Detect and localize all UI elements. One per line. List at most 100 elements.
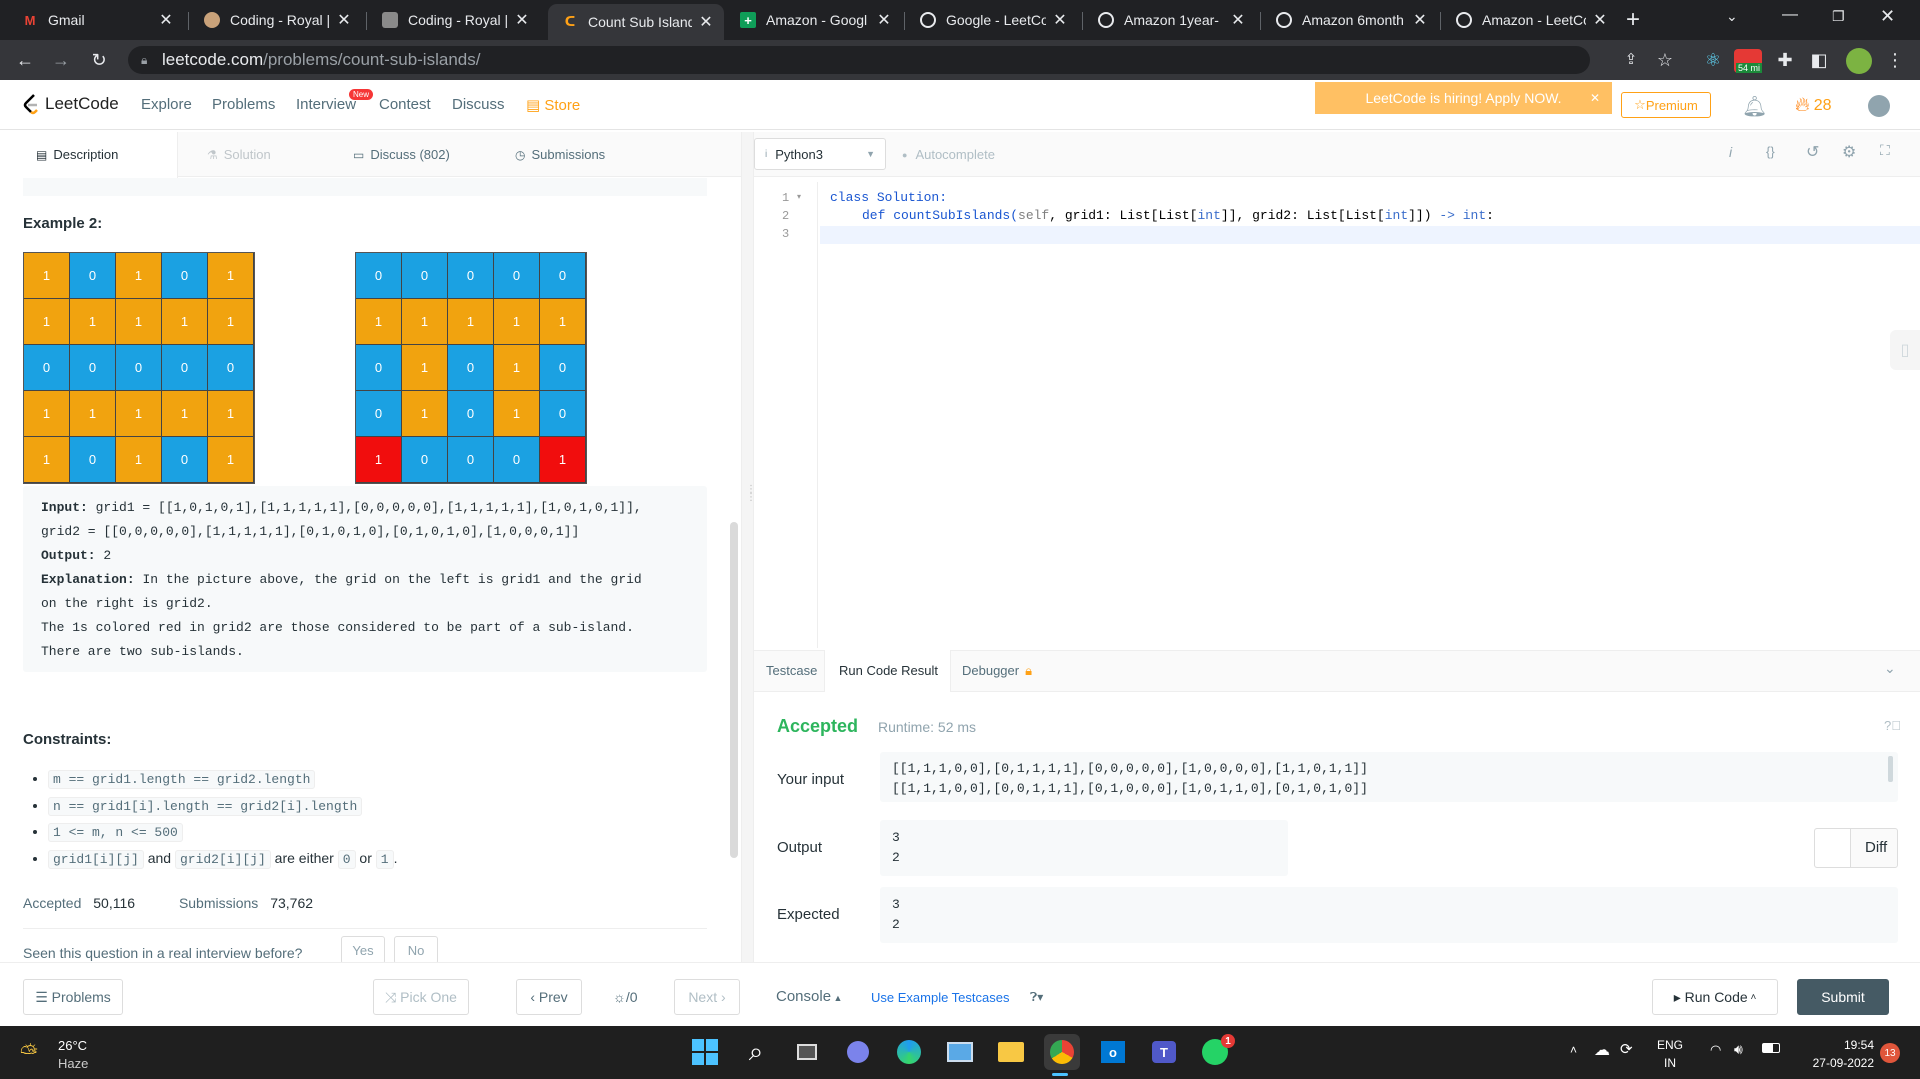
collapse-chevron-icon[interactable]: ⌄ xyxy=(1884,660,1896,677)
diff-toggle[interactable]: Diff xyxy=(1814,828,1898,868)
yes-button[interactable]: Yes xyxy=(341,936,385,964)
browser-tab-active[interactable]: ᑕ Count Sub Island ✕ xyxy=(548,4,724,40)
panel-splitter[interactable]: ⋮ ⋮ xyxy=(741,132,756,962)
tab-description[interactable]: ▤ Description xyxy=(36,147,118,162)
nav-store[interactable]: ▤ Store xyxy=(526,96,580,114)
run-code-button[interactable]: ▸ Run Code ˄ xyxy=(1652,979,1778,1015)
react-devtools-icon[interactable]: ⚛ xyxy=(1700,47,1726,73)
close-tab-icon[interactable]: ✕ xyxy=(698,12,714,32)
language-select[interactable]: i Python3 ▼ xyxy=(754,138,886,170)
settings-icon[interactable]: ⚙ xyxy=(1842,142,1856,162)
tab-debugger[interactable]: Debugger 🔒︎ xyxy=(962,663,1032,679)
code-editor[interactable] xyxy=(754,182,1920,648)
submit-button[interactable]: Submit xyxy=(1797,979,1889,1015)
browser-tab[interactable]: M Gmail ✕ xyxy=(8,0,184,40)
banner-close-icon[interactable]: ✕ xyxy=(1590,91,1600,105)
edge-icon[interactable] xyxy=(891,1034,927,1070)
restore-icon[interactable]: ❐ xyxy=(1832,8,1845,25)
side-panel-icon[interactable]: ◧ xyxy=(1806,47,1832,73)
fullscreen-icon[interactable]: ⛶ xyxy=(1880,142,1890,159)
fold-icon[interactable]: ▾ xyxy=(797,192,801,201)
hiring-banner[interactable]: LeetCode is hiring! Apply NOW. ✕ xyxy=(1315,82,1612,114)
task-view-icon[interactable] xyxy=(789,1034,825,1070)
nav-explore[interactable]: Explore xyxy=(141,96,192,113)
weather-widget[interactable]: 26°C Haze xyxy=(58,1037,88,1073)
your-input-box[interactable]: [[1,1,1,0,0],[0,1,1,1,1],[0,0,0,0,0],[1,… xyxy=(880,752,1898,802)
next-button[interactable]: Next › xyxy=(674,979,740,1015)
use-example-testcases-link[interactable]: Use Example Testcases xyxy=(871,990,1010,1005)
new-tab-button[interactable]: + xyxy=(1626,6,1640,34)
onedrive-icon[interactable]: ☁ xyxy=(1594,1040,1610,1060)
url-text[interactable]: leetcode.com/problems/count-sub-islands/ xyxy=(162,50,480,70)
close-tab-icon[interactable]: ✕ xyxy=(1592,10,1608,30)
notes-side-tab[interactable]: ▯ xyxy=(1890,330,1920,370)
extensions-puzzle-icon[interactable]: ✚ xyxy=(1772,47,1798,73)
nav-problems[interactable]: Problems xyxy=(212,96,275,113)
tab-testcase[interactable]: Testcase xyxy=(766,663,817,678)
browser-tab[interactable]: Amazon 6month ✕ xyxy=(1262,0,1438,40)
nav-contest[interactable]: Contest xyxy=(379,96,431,113)
close-tab-icon[interactable]: ✕ xyxy=(1230,10,1246,30)
chrome-menu-icon[interactable]: ⋮ xyxy=(1882,47,1908,73)
lock-icon[interactable]: 🔒︎ xyxy=(141,53,147,68)
sync-icon[interactable]: ⟳ xyxy=(1620,1040,1633,1058)
info-icon[interactable]: i xyxy=(1729,144,1732,160)
forward-icon[interactable]: → xyxy=(48,47,74,73)
user-avatar-icon[interactable] xyxy=(1868,95,1890,117)
whatsapp-icon[interactable]: 1 xyxy=(1197,1034,1235,1070)
input-scrollbar[interactable] xyxy=(1888,756,1893,782)
browser-tab[interactable]: + Amazon - Googl ✕ xyxy=(726,0,902,40)
volume-icon[interactable]: 🔊︎ xyxy=(1734,1041,1743,1058)
no-button[interactable]: No xyxy=(394,936,438,964)
close-tab-icon[interactable]: ✕ xyxy=(1412,10,1428,30)
language-indicator[interactable]: ENG IN xyxy=(1657,1036,1683,1072)
tab-solution[interactable]: ⚗ Solution xyxy=(207,147,271,162)
weather-icon[interactable]: ⛅︎ xyxy=(20,1040,38,1066)
pick-one-button[interactable]: ⤨ Pick One xyxy=(373,979,469,1015)
photos-icon[interactable] xyxy=(942,1034,978,1070)
tab-discuss[interactable]: ▭ Discuss (802) xyxy=(353,147,450,162)
clock[interactable]: 19:54 27-09-2022 xyxy=(1796,1036,1874,1072)
tab-search-icon[interactable]: ⌄ xyxy=(1726,8,1738,25)
close-tab-icon[interactable]: ✕ xyxy=(158,10,174,30)
bookmark-star-icon[interactable]: ☆ xyxy=(1652,47,1678,73)
left-scrollbar[interactable] xyxy=(730,522,738,858)
reload-icon[interactable]: ↻ xyxy=(86,47,112,73)
teams-icon[interactable]: T xyxy=(1146,1034,1182,1070)
close-tab-icon[interactable]: ✕ xyxy=(514,10,530,30)
tab-run-code-result[interactable]: Run Code Result xyxy=(839,663,938,678)
problems-button[interactable]: ☰ Problems xyxy=(23,979,123,1015)
outlook-icon[interactable]: o xyxy=(1095,1034,1131,1070)
close-tab-icon[interactable]: ✕ xyxy=(876,10,892,30)
browser-tab[interactable]: Google - LeetCo ✕ xyxy=(906,0,1078,40)
streak-counter[interactable]: 🔥︎ 28 xyxy=(1795,94,1831,117)
file-explorer-icon[interactable] xyxy=(993,1034,1029,1070)
close-window-icon[interactable]: ✕ xyxy=(1880,6,1895,27)
help-icon[interactable]: ?⃝ xyxy=(1884,718,1901,733)
reset-icon[interactable]: ↺ xyxy=(1806,142,1819,162)
search-icon[interactable]: ⌕ xyxy=(738,1034,774,1070)
close-tab-icon[interactable]: ✕ xyxy=(1052,10,1068,30)
profile-avatar[interactable] xyxy=(1846,48,1872,74)
nav-discuss[interactable]: Discuss xyxy=(452,96,505,113)
wifi-icon[interactable]: ◠ xyxy=(1710,1042,1721,1058)
leetcode-logo[interactable]: LeetCode xyxy=(22,93,119,115)
browser-tab[interactable]: Coding - Royal | I ✕ xyxy=(190,0,362,40)
browser-tab[interactable]: Coding - Royal | I ✕ xyxy=(368,0,540,40)
show-hidden-icons[interactable]: ˄ xyxy=(1570,1043,1577,1057)
prev-button[interactable]: ‹ Prev xyxy=(516,979,582,1015)
notification-count-badge[interactable]: 13 xyxy=(1880,1043,1900,1063)
tab-submissions[interactable]: ◷ Submissions xyxy=(515,147,605,162)
help-dropdown-icon[interactable]: ❓︎▾ xyxy=(1030,990,1043,1005)
chrome-icon[interactable] xyxy=(1044,1034,1080,1070)
close-tab-icon[interactable]: ✕ xyxy=(336,10,352,30)
back-icon[interactable]: ← xyxy=(12,47,38,73)
nav-interview[interactable]: Interview xyxy=(296,96,356,113)
autocomplete-toggle[interactable]: ● Autocomplete xyxy=(902,147,995,162)
console-button[interactable]: Console ▲ xyxy=(776,988,842,1005)
browser-tab[interactable]: Amazon 1year- L ✕ xyxy=(1084,0,1256,40)
extension-icon[interactable]: 54 mi xyxy=(1734,49,1762,73)
share-icon[interactable]: ⇪ xyxy=(1618,47,1644,73)
premium-button[interactable]: ☆ Premium xyxy=(1621,92,1711,118)
notification-bell-icon[interactable]: 🔔︎ xyxy=(1742,94,1767,119)
